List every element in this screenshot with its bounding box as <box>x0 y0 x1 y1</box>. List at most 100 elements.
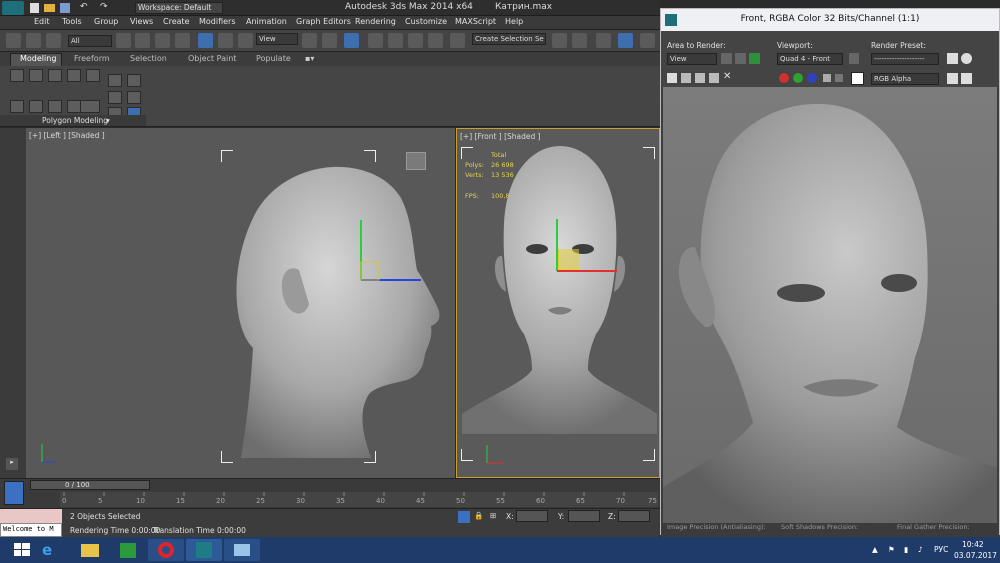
menu-edit[interactable]: Edit <box>34 17 50 26</box>
select-by-name-icon[interactable] <box>135 33 150 48</box>
angle-snap-icon[interactable] <box>388 33 403 48</box>
grow-icon[interactable] <box>10 100 24 113</box>
undo-icon[interactable]: ↶ <box>80 2 88 12</box>
preserve-uvs-icon[interactable] <box>127 74 141 87</box>
taskbar-file-explorer[interactable] <box>72 539 108 561</box>
track-bar[interactable]: 0 5 10 15 20 25 30 35 40 45 50 55 60 65 … <box>60 492 658 507</box>
clock-time[interactable]: 10:42 <box>962 540 984 549</box>
select-and-move-icon[interactable] <box>198 33 213 48</box>
modify-mode-icon[interactable] <box>108 74 122 87</box>
move-gizmo-front[interactable] <box>537 209 647 289</box>
align-icon[interactable] <box>572 33 587 48</box>
select-object-icon[interactable] <box>116 33 131 48</box>
rendered-image[interactable] <box>663 87 997 523</box>
viewport-dropdown[interactable]: Quad 4 - Front <box>777 53 843 65</box>
ring-icon[interactable] <box>67 100 81 113</box>
new-file-icon[interactable] <box>30 3 39 13</box>
tray-up-arrow-icon[interactable]: ▲ <box>872 545 878 554</box>
background-color-swatch[interactable] <box>851 72 864 85</box>
redo-icon[interactable]: ↷ <box>100 2 108 12</box>
tab-selection[interactable]: Selection <box>130 54 167 63</box>
toggle-ui-icon[interactable] <box>961 73 972 84</box>
clone-frame-icon[interactable] <box>695 73 705 83</box>
viewport-left-label[interactable]: [+] [Left ] [Shaded ] <box>29 131 105 140</box>
shrink-icon[interactable] <box>29 100 43 113</box>
viewport-front-label[interactable]: [+] [Front ] [Shaded ] <box>460 132 541 141</box>
render-production-icon[interactable] <box>640 33 655 48</box>
render-preset-dropdown[interactable]: -------------------- <box>871 53 939 65</box>
tab-freeform[interactable]: Freeform <box>74 54 110 63</box>
cut-icon[interactable] <box>127 91 141 104</box>
open-curve-editor-icon[interactable] <box>4 481 24 505</box>
tab-populate[interactable]: Populate <box>256 54 291 63</box>
lock-icon[interactable]: 🔒 <box>474 511 483 520</box>
x-coordinate-field[interactable] <box>516 510 548 522</box>
save-file-icon[interactable] <box>60 3 70 13</box>
viewport-front[interactable]: [+] [Front ] [Shaded ] Total Polys: 26 6… <box>456 128 660 478</box>
lock-viewport-icon[interactable] <box>849 53 859 64</box>
open-file-icon[interactable] <box>44 4 55 12</box>
keyboard-language[interactable]: РУС <box>934 545 948 554</box>
z-coordinate-field[interactable] <box>618 510 650 522</box>
taskbar-opera[interactable] <box>148 539 184 561</box>
green-channel-icon[interactable] <box>793 73 803 83</box>
edit-region-icon[interactable] <box>721 53 732 64</box>
menu-create[interactable]: Create <box>163 17 190 26</box>
menu-animation[interactable]: Animation <box>246 17 287 26</box>
snaps-toggle-icon[interactable] <box>368 33 383 48</box>
tray-volume-icon[interactable]: ♪ <box>918 545 923 554</box>
select-and-scale-icon[interactable] <box>238 33 253 48</box>
print-image-icon[interactable] <box>709 73 719 83</box>
reference-coord-dropdown[interactable]: View <box>256 33 298 45</box>
workspace-dropdown[interactable]: Workspace: Default <box>135 2 223 14</box>
alpha-channel-icon[interactable] <box>823 74 831 82</box>
unlink-icon[interactable] <box>26 33 41 48</box>
app-logo-icon[interactable] <box>2 1 24 15</box>
blue-channel-icon[interactable] <box>807 73 817 83</box>
time-slider[interactable]: 0 / 100 <box>30 480 150 490</box>
viewport-left[interactable]: [+] [Left ] [Shaded ] <box>26 128 455 478</box>
environment-icon[interactable] <box>961 53 972 64</box>
menu-customize[interactable]: Customize <box>405 17 447 26</box>
clear-icon[interactable]: ✕ <box>723 71 731 82</box>
taskbar-image-viewer[interactable] <box>224 539 260 561</box>
maxscript-listener-mini[interactable] <box>0 509 62 523</box>
select-and-rotate-icon[interactable] <box>218 33 233 48</box>
tab-object-paint[interactable]: Object Paint <box>188 54 236 63</box>
taskbar-store[interactable] <box>110 539 146 561</box>
edge-mode-icon[interactable] <box>29 69 43 82</box>
quickslice-icon[interactable] <box>108 91 122 104</box>
render-setup-icon[interactable] <box>618 33 633 48</box>
tray-network-icon[interactable]: ▮ <box>904 545 908 554</box>
link-icon[interactable] <box>6 33 21 48</box>
clock-date[interactable]: 03.07.2017 <box>954 551 997 560</box>
display-channel-dropdown[interactable]: RGB Alpha <box>871 73 939 85</box>
menu-tools[interactable]: Tools <box>62 17 82 26</box>
menu-modifiers[interactable]: Modifiers <box>199 17 236 26</box>
selection-filter-dropdown[interactable]: All <box>68 35 112 47</box>
menu-graph-editors[interactable]: Graph Editors <box>296 17 351 26</box>
select-and-manipulate-icon[interactable] <box>322 33 337 48</box>
edit-named-selection-icon[interactable] <box>450 33 465 48</box>
red-channel-icon[interactable] <box>779 73 789 83</box>
bind-space-warp-icon[interactable] <box>46 33 61 48</box>
taskbar-internet-explorer[interactable]: e <box>34 539 70 561</box>
settings-icon[interactable] <box>80 100 100 113</box>
selection-lock-icon[interactable] <box>458 511 470 523</box>
render-setup-icon[interactable] <box>947 53 958 64</box>
keyboard-shortcut-icon[interactable] <box>344 33 359 48</box>
pivot-center-icon[interactable] <box>302 33 317 48</box>
rectangular-selection-icon[interactable] <box>155 33 170 48</box>
menu-rendering[interactable]: Rendering <box>355 17 396 26</box>
absolute-mode-icon[interactable]: ⊞ <box>490 511 496 520</box>
polygon-mode-icon[interactable] <box>67 69 81 82</box>
mirror-icon[interactable] <box>552 33 567 48</box>
copy-image-icon[interactable] <box>681 73 691 83</box>
ribbon-options-icon[interactable]: ▪▾ <box>305 54 314 63</box>
tray-flag-icon[interactable]: ⚑ <box>888 545 895 554</box>
panel-label-bar[interactable]: Polygon Modeling ▾ <box>0 115 146 126</box>
auto-region-icon[interactable] <box>735 53 746 64</box>
spinner-snap-icon[interactable] <box>428 33 443 48</box>
toggle-ui-overlay-icon[interactable] <box>947 73 958 84</box>
border-mode-icon[interactable] <box>48 69 62 82</box>
